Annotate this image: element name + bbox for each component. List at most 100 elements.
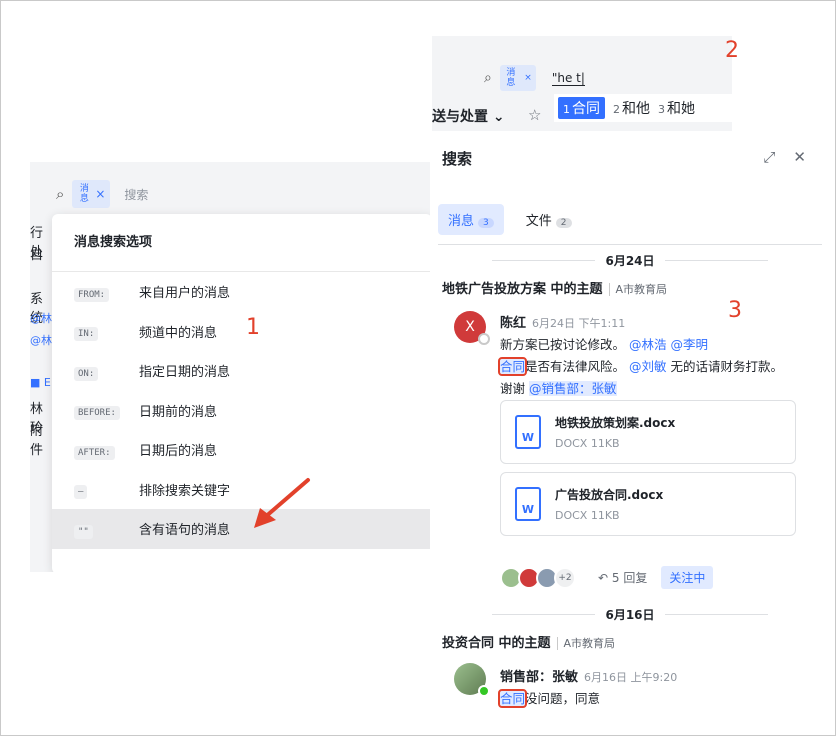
mention-link[interactable]: @销售部：张敏 [529,381,617,396]
star-icon[interactable]: ☆ [528,106,541,124]
option-keyword: — [74,485,88,500]
panel-title: 搜索 [442,150,473,168]
message-time: 6月16日 上午9:20 [584,671,678,684]
ime-input-panel: ⌕ 消息 × "he t| 送与处置 ⌄ ☆ 1 合同 2 和他 3 和她 [432,36,732,131]
breadcrumb[interactable]: 送与处置 ⌄ [432,106,505,126]
file-card[interactable]: W 地铁投放策划案.docx DOCX 11KB [500,400,796,464]
date-separator: 6月16日 [438,606,822,623]
search-options-dropdown: 消息搜索选项 FROM: 来自用户的消息 IN: 频道中的消息 ON: 指定日期… [52,214,430,572]
tab-count-badge: 3 [478,217,494,228]
ime-candidate[interactable]: 3 和她 [658,98,695,118]
candidate-text: 合同 [572,101,600,117]
fragment-text [30,266,52,288]
tab-files[interactable]: 文件 2 [516,204,582,235]
scope-tag-label: 消息 [79,184,89,204]
file-card[interactable]: W 广告投放合同.docx DOCX 11KB [500,472,796,536]
option-keyword: ON: [74,366,99,381]
ime-candidate-bar: 1 合同 2 和他 3 和她 [554,94,732,122]
message-line: 合同没问题，同意 [497,688,601,708]
option-label: 含有语句的消息 [139,523,231,539]
search-bar[interactable]: ⌕ 消息 × "he t| [432,62,732,94]
mention-link[interactable]: @林浩 [629,337,667,352]
reply-count: 5 回复 [611,571,648,585]
search-input[interactable]: 搜索 [124,186,148,203]
message-line: 新方案已按讨论修改。 @林浩 @李明 [500,334,708,353]
option-after[interactable]: AFTER: 日期后的消息 [52,430,430,470]
avatar-initial: X [465,319,475,335]
mention-link[interactable]: @刘敏 [629,359,667,374]
search-bar[interactable]: ⌕ 消息 × 搜索 [30,174,430,214]
status-badge [478,333,490,345]
ime-candidate[interactable]: 1 合同 [558,97,605,119]
message-text: 新方案已按讨论修改。 [500,337,626,352]
close-icon[interactable]: × [95,188,105,200]
callout-number: 3 [728,298,742,323]
search-hit-highlight: 合同 [497,689,528,708]
expand-icon[interactable]: ⤢ [763,148,775,166]
fragment-text: 林玲 [30,402,44,436]
callout-number: 1 [246,315,260,340]
option-exclude[interactable]: — 排除搜索关键字 [52,470,430,510]
file-meta: DOCX 11KB [555,509,620,522]
option-keyword: AFTER: [74,445,115,460]
message-time: 6月24日 下午1:11 [532,317,626,330]
status-badge [478,685,490,697]
option-in[interactable]: IN: 频道中的消息 [52,312,430,352]
option-label: 日期后的消息 [139,444,218,460]
search-results-panel: 搜索 ⤢ ✕ 消息 3 文件 2 6月24日 地铁广告投放方案 中的主题 A市教育局 … [438,140,822,725]
message-text: 没问题，同意 [525,691,601,706]
fragment-text: @林 [30,334,52,347]
message-line: 谢谢 @销售部：张敏 [500,378,617,397]
message-line: 合同是否有法律风险。 @刘敏 无的话请财务打款。 [497,356,784,376]
message-header: 销售部：张敏 6月16日 上午9:20 [500,666,677,685]
tab-messages[interactable]: 消息 3 [438,203,504,235]
message-text: 无的话请财务打款。 [670,359,784,374]
fragment-text: 附件 [30,424,44,458]
option-from[interactable]: FROM: 来自用户的消息 [52,272,430,312]
option-on[interactable]: ON: 指定日期的消息 [52,351,430,391]
fragment-text: 行处 [30,226,44,260]
scope-tag-label: 消息 [506,68,516,88]
close-icon[interactable]: ✕ [793,148,806,166]
sender-name[interactable]: 陈红 [500,316,526,331]
follow-button[interactable]: 关注中 [661,566,714,589]
tab-label: 文件 [525,213,552,229]
option-phrase[interactable]: "" 含有语句的消息 [52,509,430,549]
option-keyword: "" [74,524,93,539]
dropdown-title: 消息搜索选项 [52,214,430,272]
callout-number: 2 [725,38,739,63]
option-label: 来自用户的消息 [139,286,231,302]
background-fragments: 行处 自 系统 @林 @林 ■ E 林玲 附件 [30,222,52,458]
sender-name[interactable]: 销售部：张敏 [500,670,578,685]
search-options-panel: ⌕ 消息 × 搜索 行处 自 系统 @林 @林 ■ E 林玲 附件 消息搜索选项… [30,162,430,572]
reply-count-link[interactable]: ↶ 5 回复 [598,569,647,586]
ime-candidate[interactable]: 2 和他 [613,98,650,118]
search-icon: ⌕ [484,70,492,86]
option-keyword: FROM: [74,287,110,302]
mention-link[interactable]: @李明 [671,337,709,352]
fragment-text: 自 [30,248,44,263]
candidate-text: 和她 [667,101,695,117]
message-header: 陈红 6月24日 下午1:11 [500,312,625,331]
option-label: 日期前的消息 [139,404,218,420]
option-label: 排除搜索关键字 [139,483,231,499]
close-icon[interactable]: × [524,73,532,83]
option-before[interactable]: BEFORE: 日期前的消息 [52,391,430,431]
tab-count-badge: 2 [555,217,572,228]
result-tabs: 消息 3 文件 2 [438,202,822,236]
org-label: A市教育局 [556,637,616,650]
message-text: 谢谢 [500,381,526,396]
topic-header[interactable]: 地铁广告投放方案 中的主题 A市教育局 [442,278,668,297]
topic-title: 地铁广告投放方案 中的主题 [442,282,603,297]
file-name: 地铁投放策划案.docx [555,416,676,430]
more-avatars-badge: +2 [554,566,576,589]
topic-header[interactable]: 投资合同 中的主题 A市教育局 [442,632,616,651]
search-input[interactable]: "he t| [551,71,585,86]
candidate-text: 和他 [622,101,650,117]
reply-summary: +2 ↶ 5 回复 关注中 [500,566,714,589]
scope-tag[interactable]: 消息 × [72,180,111,208]
word-file-icon: W [515,415,541,449]
search-icon: ⌕ [56,185,65,203]
fragment-text: ■ E [30,376,51,389]
scope-tag[interactable]: 消息 × [499,65,536,91]
